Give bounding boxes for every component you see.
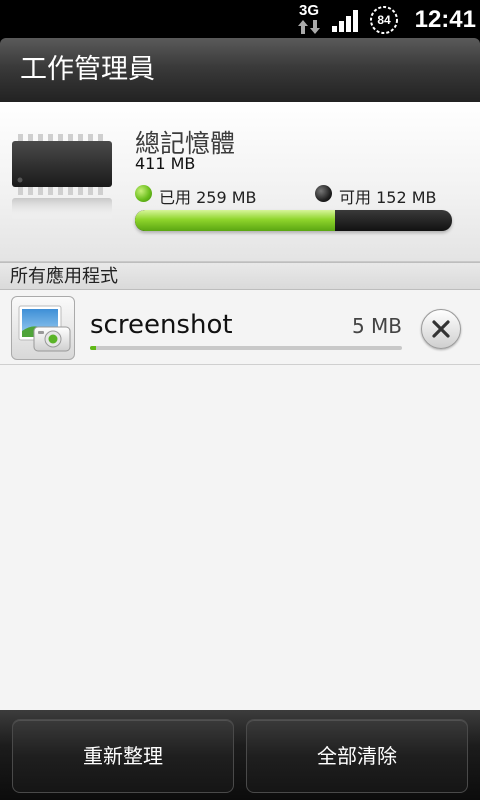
data-arrows-icon [298,20,320,34]
clock: 12:41 [414,6,476,33]
free-legend-dot-icon [315,185,332,202]
list-item[interactable]: screenshot 5 MB [0,290,480,365]
used-memory-label: 已用 259 MB [159,188,257,207]
app-list: screenshot 5 MB [0,290,480,710]
title-bar: 工作管理員 [0,38,480,102]
section-header: 所有應用程式 [0,262,480,290]
battery-level: 84 [377,13,391,27]
memory-total: 411 MB [135,154,196,173]
app-memory-size: 5 MB [351,314,402,338]
close-app-button[interactable] [421,309,461,349]
free-memory-label: 可用 152 MB [339,188,437,207]
memory-chip-icon [12,134,112,220]
signal-strength-icon [332,10,358,32]
memory-usage-bar-fill [135,210,335,231]
bottom-action-bar: 重新整理 全部清除 [0,710,480,800]
refresh-button[interactable]: 重新整理 [12,719,234,793]
camera-photo-icon [11,296,75,360]
app-memory-bar [90,346,402,350]
section-title: 所有應用程式 [10,266,118,287]
status-bar: 3G 84 12:41 [0,0,480,38]
network-type: 3G [298,2,319,19]
battery-icon: 84 [369,5,399,35]
app-memory-bar-fill [90,346,97,350]
close-icon [432,320,450,338]
memory-summary: 總記憶體 411 MB 已用 259 MB 可用 152 MB [0,102,480,262]
memory-usage-bar [135,210,452,231]
app-name: screenshot [90,310,233,340]
clear-all-button[interactable]: 全部清除 [246,719,468,793]
used-legend-dot-icon [135,185,152,202]
network-3g-icon: 3G [296,2,322,36]
page-title: 工作管理員 [20,54,155,85]
